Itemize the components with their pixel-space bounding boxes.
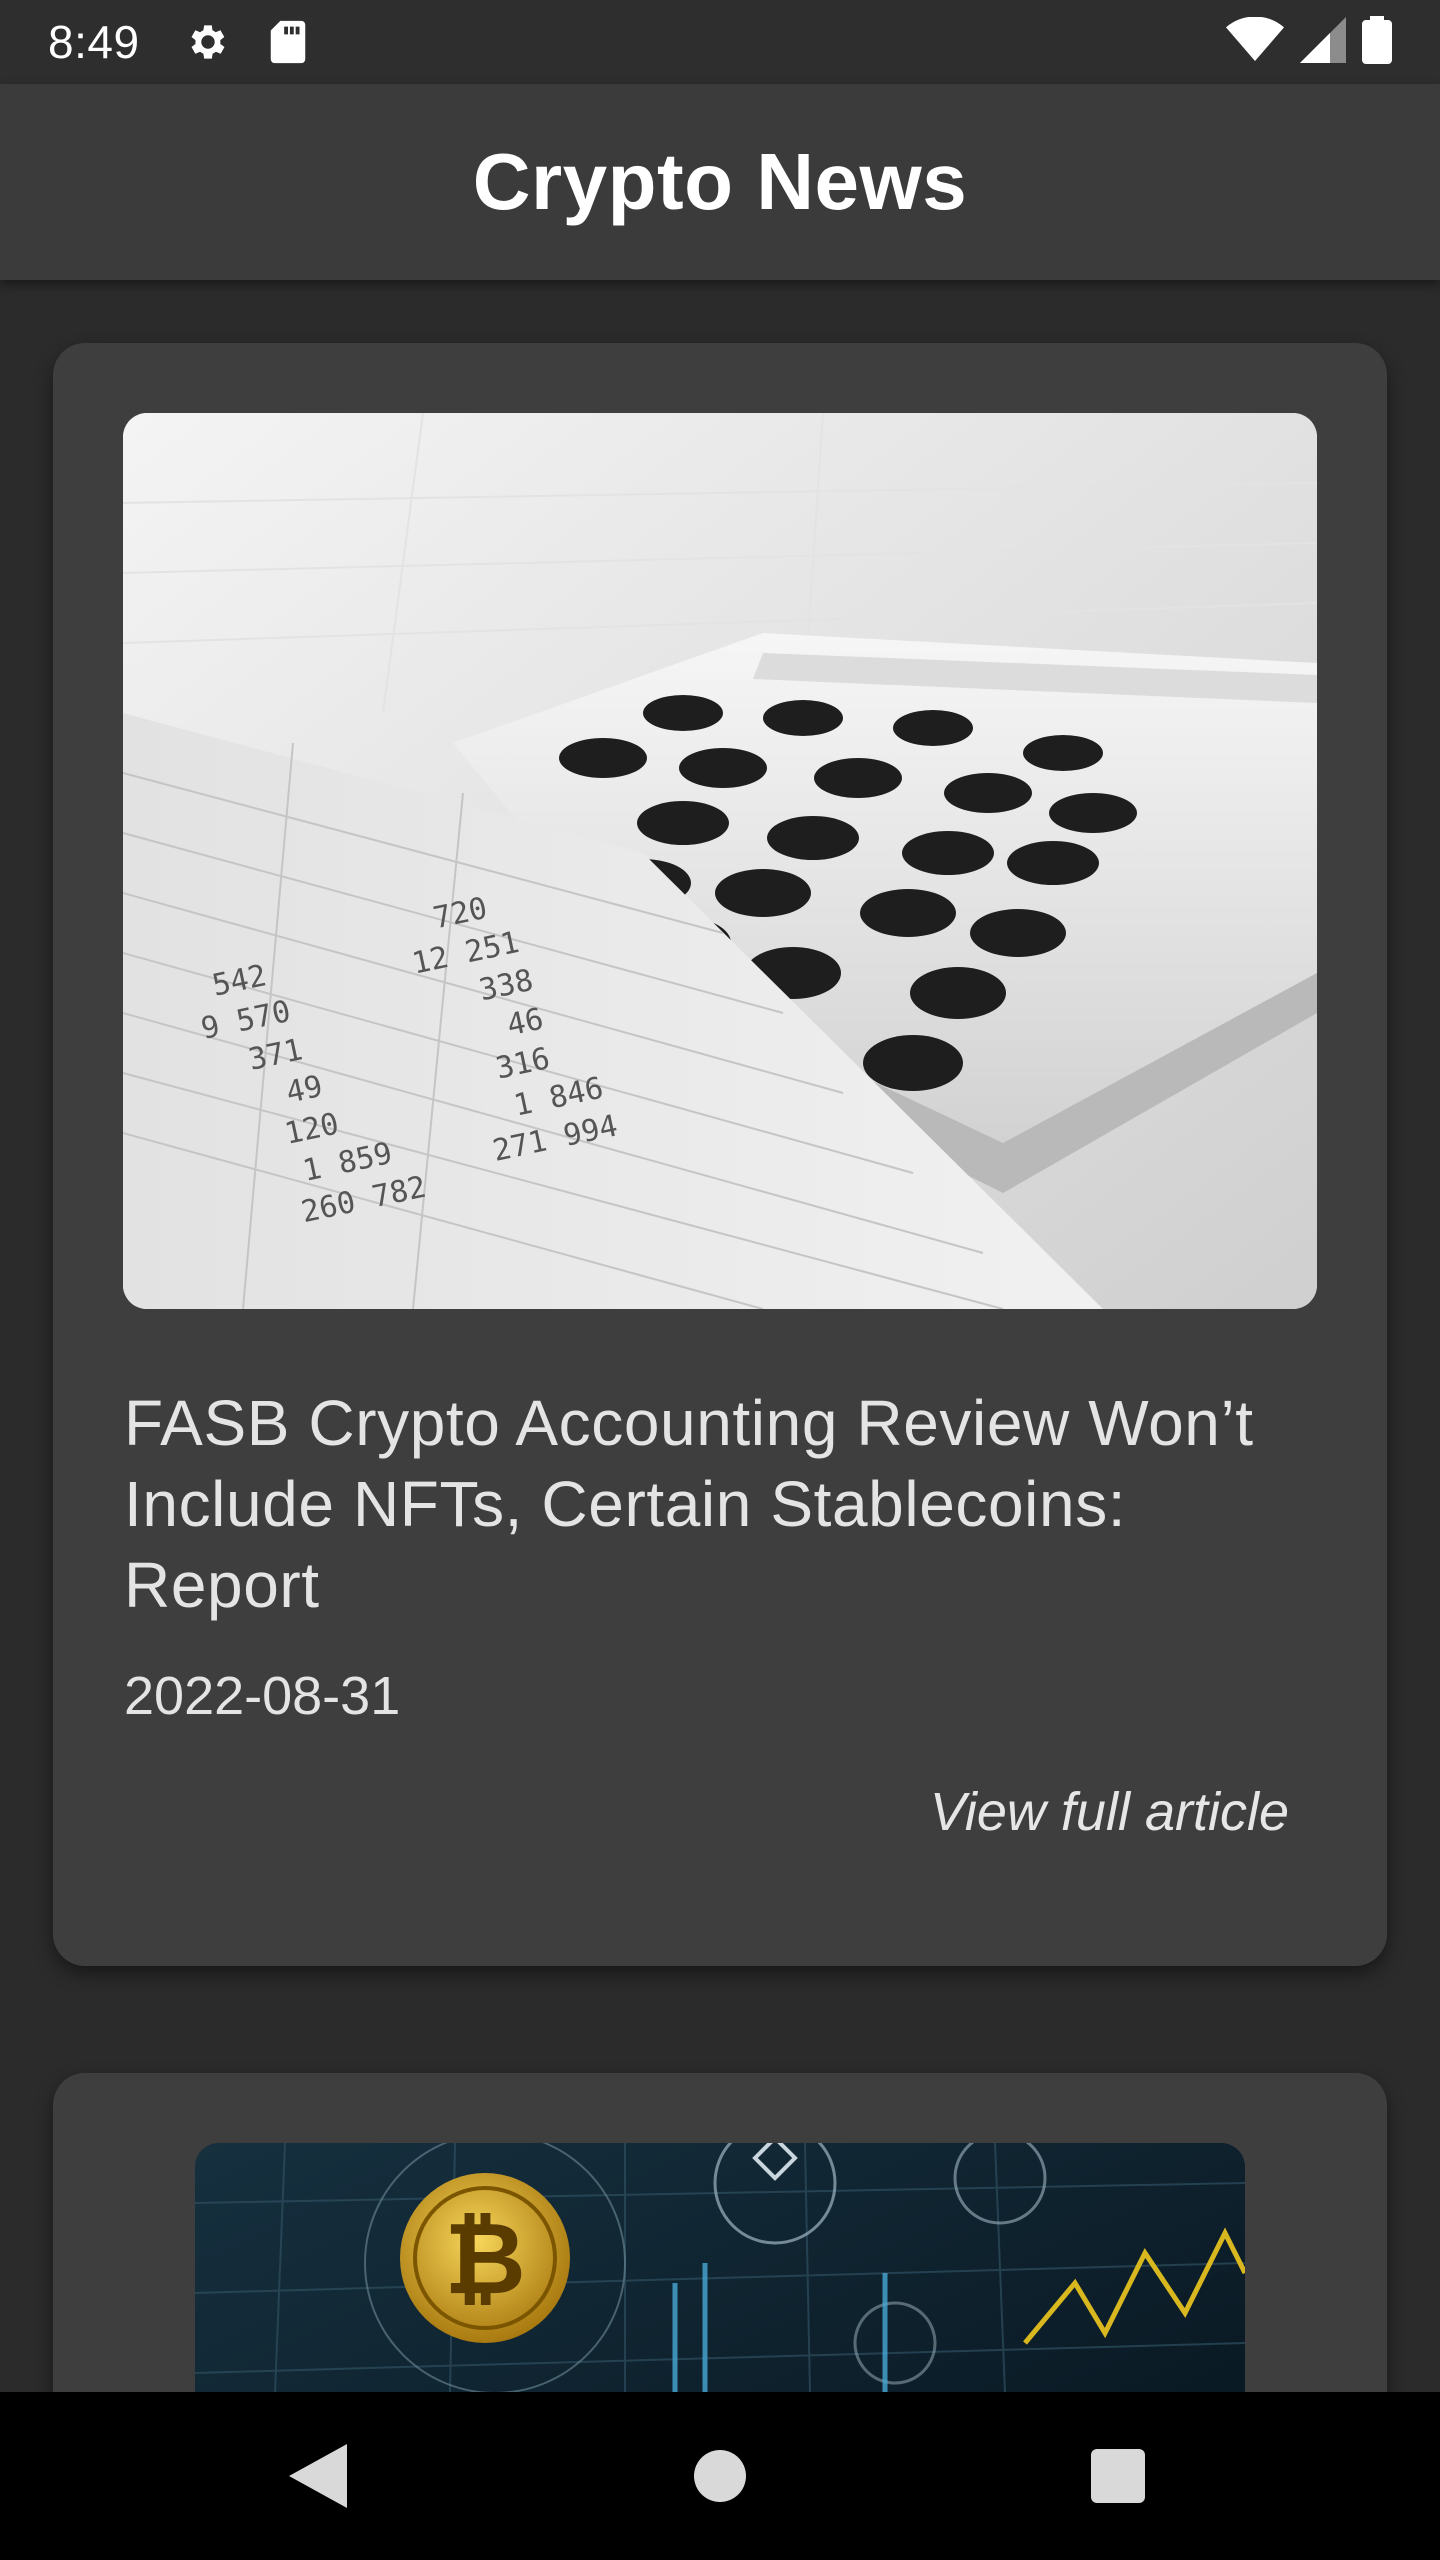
view-full-article-link[interactable]: View full article <box>930 1781 1289 1843</box>
calculator-spreadsheet-photo-icon: 542720 9 57012 251 371338 4946 120316 1 … <box>123 413 1317 1309</box>
article-headline[interactable]: FASB Crypto Accounting Review Won’t Incl… <box>124 1383 1304 1626</box>
news-feed[interactable]: 542 720 9 570 12 251 371 338 49 46 120 316 1 … <box>0 280 1440 2392</box>
article-image: 542 720 9 570 12 251 371 338 49 46 120 316 1 … <box>123 413 1317 1309</box>
article-card[interactable]: 542 720 9 570 12 251 371 338 49 46 120 316 1 … <box>53 343 1387 1966</box>
signal-icon <box>1300 16 1346 68</box>
article-date: 2022-08-31 <box>124 1666 401 1726</box>
status-time: 8:49 <box>48 16 140 68</box>
wifi-icon <box>1226 15 1284 68</box>
article-image: ₿ <box>195 2143 1245 2392</box>
back-icon[interactable] <box>258 2416 378 2536</box>
status-bar: 8:49 <box>0 0 1440 84</box>
battery-icon <box>1362 15 1392 69</box>
status-right-group <box>1226 15 1392 69</box>
svg-text:₿: ₿ <box>444 2200 526 2317</box>
home-icon[interactable] <box>660 2416 780 2536</box>
svg-text:49: 49 <box>283 1069 326 1111</box>
app-title: Crypto News <box>472 137 968 226</box>
app-bar: Crypto News <box>0 84 1440 280</box>
gear-icon <box>182 16 234 68</box>
screen: 8:49 Crypto News 542 720 9 570 12 251 37… <box>0 0 1440 2560</box>
recents-icon[interactable] <box>1058 2416 1178 2536</box>
bitcoin-chart-photo-icon: ₿ <box>195 2143 1245 2392</box>
article-card[interactable]: ₿ <box>53 2073 1387 2392</box>
sd-card-icon <box>262 16 314 68</box>
navigation-bar <box>0 2392 1440 2560</box>
svg-text:46: 46 <box>504 1002 547 1044</box>
